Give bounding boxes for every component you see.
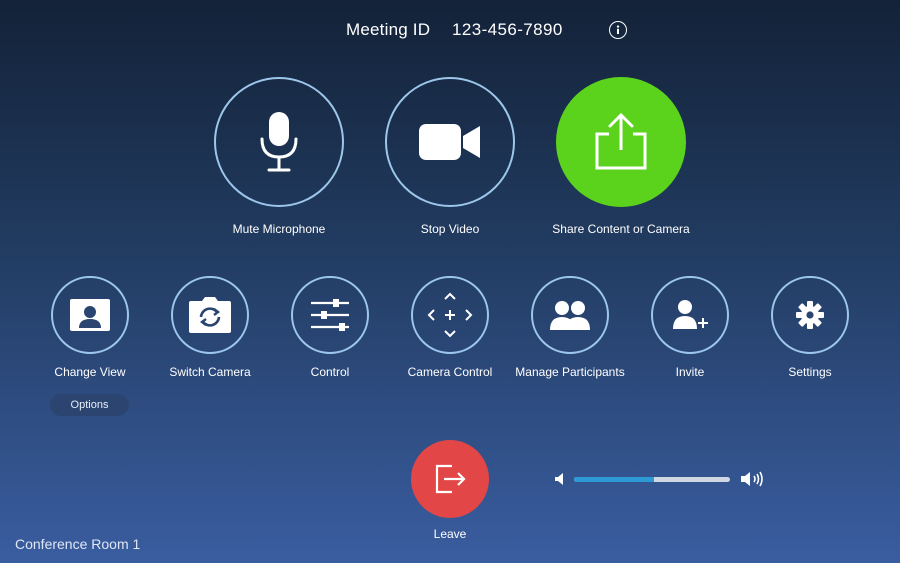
manage-participants-button[interactable]	[531, 276, 609, 354]
settings-label: Settings	[788, 365, 832, 379]
options-button[interactable]: Options	[50, 394, 129, 416]
manage-participants-label: Manage Participants	[515, 365, 625, 379]
share-upload-icon	[595, 112, 647, 170]
share-content-label: Share Content or Camera	[552, 222, 690, 236]
camera-control-button[interactable]	[411, 276, 489, 354]
switch-camera-label: Switch Camera	[169, 365, 251, 379]
leave-button[interactable]	[411, 440, 489, 518]
video-camera-icon	[419, 124, 480, 160]
switch-camera-button[interactable]	[171, 276, 249, 354]
change-view-button[interactable]	[51, 276, 129, 354]
microphone-icon	[260, 112, 298, 172]
directional-pad-icon	[427, 292, 473, 338]
sliders-icon	[311, 299, 349, 331]
participants-icon	[550, 301, 590, 330]
change-view-label: Change View	[54, 365, 126, 379]
volume-low-icon[interactable]	[554, 472, 568, 486]
exit-icon	[435, 464, 466, 494]
mute-microphone-button[interactable]	[214, 77, 344, 207]
volume-high-icon[interactable]	[740, 470, 766, 488]
volume-slider[interactable]	[574, 477, 730, 482]
meeting-id-value: 123-456-7890	[452, 20, 563, 39]
camera-control-label: Camera Control	[407, 365, 493, 379]
info-icon[interactable]	[609, 21, 627, 39]
control-label: Control	[310, 365, 350, 379]
volume-slider-fill	[574, 477, 654, 482]
user-frame-icon	[70, 299, 110, 331]
invite-label: Invite	[675, 365, 705, 379]
add-user-icon	[673, 300, 708, 329]
stop-video-label: Stop Video	[420, 222, 480, 236]
gear-icon	[796, 301, 824, 329]
meeting-header: Meeting ID 123-456-7890	[0, 18, 900, 44]
mute-microphone-label: Mute Microphone	[232, 222, 326, 236]
stop-video-button[interactable]	[385, 77, 515, 207]
share-content-button[interactable]	[556, 77, 686, 207]
room-name: Conference Room 1	[15, 536, 141, 552]
leave-label: Leave	[433, 527, 467, 541]
switch-camera-icon	[189, 297, 231, 333]
control-button[interactable]	[291, 276, 369, 354]
meeting-id-label: Meeting ID	[346, 20, 431, 39]
invite-button[interactable]	[651, 276, 729, 354]
settings-button[interactable]	[771, 276, 849, 354]
